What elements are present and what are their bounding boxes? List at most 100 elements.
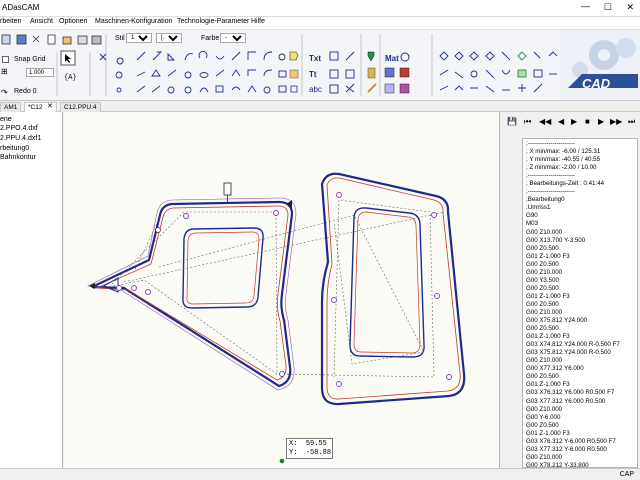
- cadas-logo-icon: CAD: [560, 30, 640, 100]
- menu-optionen[interactable]: Optionen: [59, 18, 87, 25]
- rewind-start-icon[interactable]: ⏮: [524, 117, 531, 127]
- menu-technologie-parameter[interactable]: Technologie-Parameter: [177, 18, 249, 25]
- nc-line[interactable]: G01 Z-1.000 F3: [526, 293, 634, 301]
- window-close-icon[interactable]: ✕: [626, 2, 634, 13]
- tree-item[interactable]: 2.PPU.4.dxf1: [0, 135, 41, 142]
- nc-line[interactable]: G01 Z-1.000 F3: [526, 430, 634, 438]
- tree-item[interactable]: ene: [0, 116, 12, 123]
- nc-line[interactable]: ;-----------------------: [526, 172, 634, 180]
- nc-line[interactable]: G00 X77.312 Y6.000: [526, 365, 634, 373]
- tree-item[interactable]: 2.PPO.4.dxf: [0, 125, 38, 132]
- nc-line[interactable]: G00 Z10.000: [526, 406, 634, 414]
- nc-line[interactable]: ; Z min/max: -2.00 / 10.00: [526, 164, 634, 172]
- nc-line[interactable]: G00 Z10.000: [526, 229, 634, 237]
- nc-line[interactable]: ;-----------------------: [526, 140, 634, 148]
- forward-end-icon[interactable]: ⏭: [628, 117, 635, 127]
- tab-am1[interactable]: AM1: [0, 102, 22, 112]
- menu-ansicht[interactable]: Ansicht: [30, 18, 53, 25]
- nc-playback-toolbar: 💾 ⏮ ◀◀ ◀ ▶ ■ ▶ ▶▶ ⏭: [500, 116, 640, 130]
- nc-line[interactable]: ;Umriss1: [526, 204, 634, 212]
- tree-item[interactable]: Bahnkontur: [0, 154, 36, 161]
- farbe-label: Farbe: [201, 35, 220, 42]
- tab-close-icon[interactable]: ✕: [47, 102, 53, 110]
- nc-line[interactable]: G03 X77.312 Y-6.000 R0.500: [526, 446, 634, 454]
- save-icon[interactable]: 💾: [507, 117, 517, 126]
- window-minimize-icon[interactable]: —: [581, 1, 590, 11]
- snap-grid-input[interactable]: 1.000: [26, 68, 54, 77]
- toolbar-icons: {A} Txt Tt abc Mat: [1, 34, 558, 96]
- menu-bearbeiten[interactable]: rbeiten: [0, 18, 21, 25]
- title-bar: ADasCAM ✕ ☐ —: [0, 0, 640, 17]
- nc-line[interactable]: G00 Y-6.000: [526, 414, 634, 422]
- nc-line[interactable]: G90: [526, 212, 634, 220]
- nc-line[interactable]: G00 X13.700 Y-3.500: [526, 237, 634, 245]
- color-select[interactable]: -: [220, 33, 246, 43]
- nc-line[interactable]: G01 Z-1.000 F3: [526, 333, 634, 341]
- stop-icon[interactable]: ■: [585, 117, 590, 126]
- nc-line[interactable]: G00 Z10.000: [526, 309, 634, 317]
- file-tool-icons: [1, 34, 102, 45]
- drawing-canvas[interactable]: X: 59.55 Y: -58.88: [64, 112, 500, 468]
- nc-line[interactable]: G03 X76.312 Y-6.000 R0.500 F7: [526, 438, 634, 446]
- nc-line[interactable]: ; X min/max: -6.00 / 125.31: [526, 148, 634, 156]
- coord-x-value: 59.55: [305, 440, 327, 448]
- svg-text:abc: abc: [309, 85, 322, 94]
- menu-hilfe[interactable]: Hilfe: [251, 18, 265, 25]
- tree-item[interactable]: rbeitung0: [0, 145, 29, 152]
- nc-line[interactable]: G00 Z10.000: [526, 357, 634, 365]
- nc-line[interactable]: G03 X75.812 Y24.000 R-0.500: [526, 349, 634, 357]
- nc-line[interactable]: G00 Z0.500: [526, 301, 634, 309]
- origin-marker-icon: [279, 458, 285, 464]
- nc-line[interactable]: G00 Z0.500: [526, 285, 634, 293]
- nc-line[interactable]: G01 Z-1.000 F3: [526, 381, 634, 389]
- status-caps: CAP: [619, 471, 634, 478]
- nc-line[interactable]: G01 Z-1.000 F3: [526, 253, 634, 261]
- step-forward-icon[interactable]: ▶▶: [610, 117, 622, 126]
- line-style-select[interactable]: 1 — 1: [126, 33, 152, 43]
- nc-line[interactable]: G00 Z0.500: [526, 261, 634, 269]
- nc-code-list[interactable]: ;-----------------------; X min/max: -6.…: [522, 138, 638, 468]
- right-part-pocket: [349, 207, 425, 358]
- nc-line[interactable]: G03 X74.812 Y24.000 R-0.500 F7: [526, 341, 634, 349]
- nc-line[interactable]: ;-----------------------: [526, 188, 634, 196]
- svg-text:Tt: Tt: [309, 70, 317, 79]
- play-icon[interactable]: ▶: [571, 117, 577, 126]
- nc-line[interactable]: G00 Z0.500: [526, 325, 634, 333]
- step-back-icon[interactable]: ◀◀: [539, 117, 551, 126]
- nc-line[interactable]: ; Y min/max: -40.55 / 40.55: [526, 156, 634, 164]
- nc-line[interactable]: G00 Z10.000: [526, 454, 634, 462]
- rapid-move-paths: [108, 199, 445, 378]
- cam-drawing: [86, 172, 466, 464]
- grid-icon[interactable]: ⊞: [1, 67, 8, 76]
- step-prev-icon[interactable]: ◀: [558, 117, 564, 126]
- nc-line[interactable]: G00 X75.812 Y24.000: [526, 317, 634, 325]
- window-title: ADasCAM: [2, 3, 40, 12]
- nc-line[interactable]: G00 Z0.500: [526, 422, 634, 430]
- tab-c12-label: *C12: [28, 104, 43, 111]
- nc-line[interactable]: G00 Y3.500: [526, 277, 634, 285]
- window-maximize-icon[interactable]: ☐: [604, 2, 612, 13]
- snap-grid-label: Snap Grid: [14, 56, 46, 63]
- nc-line[interactable]: ;Bearbeitung0: [526, 196, 634, 204]
- line-type-select[interactable]: [...]: [156, 33, 182, 43]
- svg-text:Mat: Mat: [385, 54, 399, 63]
- nc-line[interactable]: G00 Z10.000: [526, 269, 634, 277]
- stil-label: Stil: [115, 35, 125, 42]
- svg-text:{A}: {A}: [64, 74, 77, 82]
- redo-button[interactable]: Redo 0: [14, 88, 37, 95]
- nc-line[interactable]: G03 X77.312 Y6.000 R0.500: [526, 398, 634, 406]
- nc-line[interactable]: G03 X76.312 Y6.000 R0.500 F7: [526, 389, 634, 397]
- coord-x-label: X:: [289, 440, 298, 448]
- nc-program-pane: 💾 ⏮ ◀◀ ◀ ▶ ■ ▶ ▶▶ ⏭ ;-------------------…: [500, 112, 640, 468]
- menu-maschinen-konfiguration[interactable]: Maschinen-Konfiguration: [95, 18, 172, 25]
- nc-line[interactable]: ; Bearbeitungs-Zeit : 0:41:44: [526, 180, 634, 188]
- status-bar: CAP: [0, 468, 640, 480]
- step-next-icon[interactable]: ▶: [598, 117, 604, 126]
- nc-line[interactable]: G00 Z0.500: [526, 373, 634, 381]
- redo-icon[interactable]: ↷: [1, 88, 8, 97]
- nc-line[interactable]: M03: [526, 220, 634, 228]
- logo-text: CAD: [582, 76, 611, 91]
- tab-c12-ppu4[interactable]: C12.PPU.4: [60, 102, 101, 112]
- nc-line[interactable]: G00 Z0.500: [526, 245, 634, 253]
- snap-grid-checkbox[interactable]: [2, 56, 9, 63]
